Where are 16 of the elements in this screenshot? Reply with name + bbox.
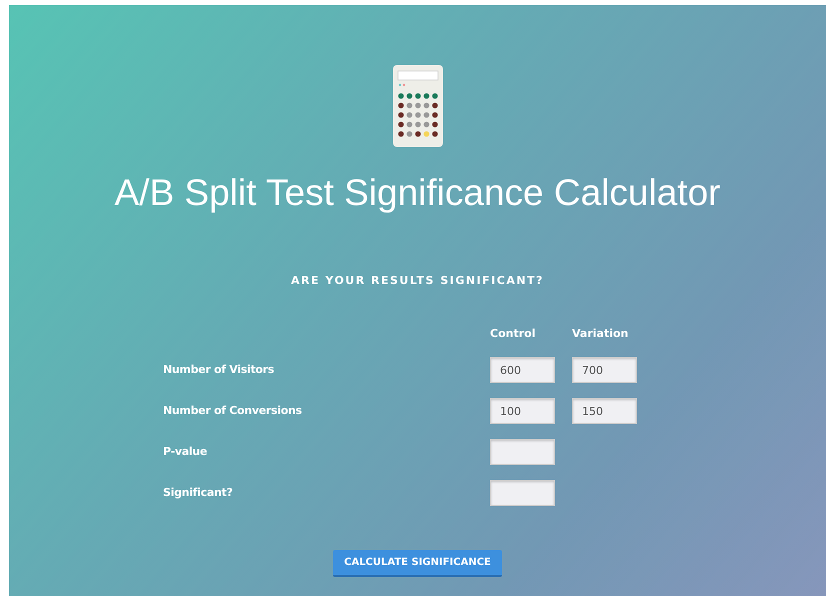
field-label: Number of Visitors bbox=[163, 362, 276, 378]
field-label: Number of Conversions bbox=[163, 403, 303, 420]
page-title: A/B Split Test Significance Calculator bbox=[113, 171, 722, 215]
field-label: Significant? bbox=[163, 485, 234, 502]
calculator-icon bbox=[392, 65, 442, 147]
number-field[interactable]: 700 bbox=[572, 357, 637, 384]
column-header: Variation bbox=[572, 326, 630, 342]
result-field[interactable] bbox=[490, 439, 555, 466]
column-header: Control bbox=[490, 326, 536, 342]
result-field[interactable] bbox=[490, 480, 555, 506]
number-field[interactable]: 150 bbox=[572, 398, 637, 424]
field-label: P-value bbox=[163, 444, 208, 460]
section-heading: ARE YOUR RESULTS SIGNIFICANT? bbox=[290, 273, 545, 290]
calculate-button[interactable]: CALCULATE SIGNIFICANCE bbox=[333, 550, 502, 578]
number-field[interactable]: 600 bbox=[490, 357, 555, 384]
number-field[interactable]: 100 bbox=[490, 398, 555, 424]
